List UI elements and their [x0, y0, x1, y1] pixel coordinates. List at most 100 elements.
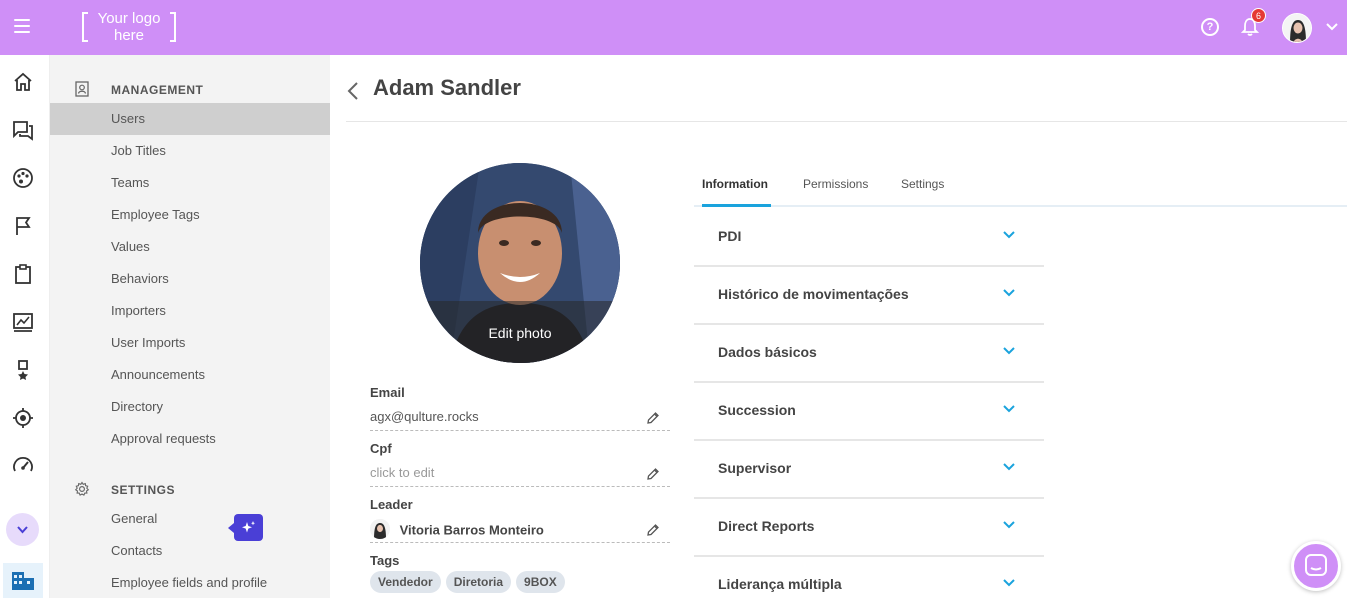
- section-dados-basicos[interactable]: Dados básicos: [694, 325, 1044, 383]
- chevron-down-icon[interactable]: [1325, 20, 1339, 34]
- profile-photo[interactable]: Edit photo: [420, 163, 620, 363]
- chevron-down-icon[interactable]: [1002, 344, 1016, 358]
- pencil-icon[interactable]: [646, 523, 660, 537]
- flag-icon[interactable]: [12, 215, 34, 237]
- leader-field: Leader Vitoria Barros Monteiro: [370, 497, 670, 543]
- chat-launcher-button[interactable]: [1291, 541, 1341, 591]
- logo-line-1: Your logo: [97, 10, 161, 27]
- logo[interactable]: Your logo here: [82, 10, 176, 46]
- section-direct-reports[interactable]: Direct Reports: [694, 499, 1044, 557]
- menu-icon[interactable]: [14, 19, 30, 33]
- top-bar: Your logo here ? 6: [0, 0, 1347, 55]
- management-label: MANAGEMENT: [111, 83, 204, 97]
- section-label: Supervisor: [718, 460, 792, 476]
- home-icon[interactable]: [12, 71, 34, 93]
- leader-avatar: [370, 519, 390, 539]
- sidebar-item-employee-tags[interactable]: Employee Tags: [50, 199, 330, 231]
- sidebar-item-importers[interactable]: Importers: [50, 295, 330, 327]
- tags-label: Tags: [370, 553, 400, 568]
- back-arrow-icon[interactable]: [346, 81, 360, 101]
- help-icon[interactable]: ?: [1201, 18, 1219, 36]
- chat-icon[interactable]: [12, 119, 34, 141]
- ai-assistant-button[interactable]: [228, 514, 263, 541]
- page-title: Adam Sandler: [373, 75, 521, 100]
- sidebar-item-general[interactable]: General: [50, 503, 330, 535]
- sidebar-item-announcements[interactable]: Announcements: [50, 359, 330, 391]
- section-supervisor[interactable]: Supervisor: [694, 441, 1044, 499]
- email-value[interactable]: agx@qulture.rocks: [370, 409, 670, 431]
- target-icon[interactable]: [12, 407, 34, 429]
- user-avatar[interactable]: [1282, 13, 1312, 43]
- sidebar-item-employee-fields[interactable]: Employee fields and profile: [50, 567, 330, 599]
- clipboard-icon[interactable]: [12, 263, 34, 285]
- email-field: Email agx@qulture.rocks: [370, 385, 670, 431]
- logo-line-2: here: [113, 27, 145, 44]
- speedometer-icon[interactable]: [12, 455, 34, 477]
- sidebar-item-job-titles[interactable]: Job Titles: [50, 135, 330, 167]
- edit-photo-label[interactable]: Edit photo: [420, 325, 620, 341]
- tag[interactable]: Diretoria: [445, 571, 512, 593]
- divider: [346, 121, 1347, 122]
- sidebar-item-contacts[interactable]: Contacts: [50, 535, 330, 567]
- sparkle-icon: [242, 521, 255, 533]
- settings-section: SETTINGS: [50, 479, 330, 503]
- section-label: Dados básicos: [718, 344, 817, 360]
- chevron-down-icon[interactable]: [1002, 402, 1016, 416]
- tag-list: Vendedor Diretoria 9BOX: [370, 571, 570, 593]
- cpf-value[interactable]: click to edit: [370, 465, 670, 487]
- section-label: Succession: [718, 402, 796, 418]
- profile-tabs: Information Permissions Settings: [694, 167, 1347, 207]
- more-icon[interactable]: [6, 513, 39, 546]
- email-label: Email: [370, 385, 405, 400]
- tab-information[interactable]: Information: [702, 177, 768, 191]
- cpf-label: Cpf: [370, 441, 392, 456]
- gear-icon: [74, 481, 90, 496]
- building-icon[interactable]: [3, 563, 43, 598]
- management-section: MANAGEMENT: [50, 79, 330, 103]
- chevron-down-icon[interactable]: [1002, 228, 1016, 242]
- sidebar-item-behaviors[interactable]: Behaviors: [50, 263, 330, 295]
- leader-name: Vitoria Barros Monteiro: [399, 522, 544, 538]
- tags-field: Tags Vendedor Diretoria 9BOX: [370, 553, 670, 593]
- cpf-field: Cpf click to edit: [370, 441, 670, 487]
- sidebar-item-values[interactable]: Values: [50, 231, 330, 263]
- main-content: Adam Sandler Edit photo Email agx@qultur…: [330, 55, 1347, 598]
- section-succession[interactable]: Succession: [694, 383, 1044, 441]
- chart-icon[interactable]: [12, 311, 34, 333]
- section-label: Direct Reports: [718, 518, 815, 534]
- sidebar-item-directory[interactable]: Directory: [50, 391, 330, 423]
- medal-icon[interactable]: [12, 359, 34, 381]
- section-label: Liderança múltipla: [718, 576, 842, 592]
- chevron-down-icon[interactable]: [1002, 460, 1016, 474]
- settings-label: SETTINGS: [111, 483, 176, 497]
- sidebar-item-teams[interactable]: Teams: [50, 167, 330, 199]
- cpf-placeholder: click to edit: [370, 465, 435, 480]
- sidebar-item-approval-requests[interactable]: Approval requests: [50, 423, 330, 455]
- pencil-icon[interactable]: [646, 467, 660, 481]
- id-card-icon: [75, 81, 89, 97]
- admin-sidebar: MANAGEMENT Users Job Titles Teams Employ…: [50, 55, 330, 598]
- active-tab-indicator: [702, 204, 771, 207]
- tab-permissions[interactable]: Permissions: [803, 177, 868, 191]
- pencil-icon[interactable]: [646, 411, 660, 425]
- notification-badge: 6: [1251, 8, 1266, 23]
- leader-value[interactable]: Vitoria Barros Monteiro: [370, 519, 670, 543]
- section-pdi[interactable]: PDI: [694, 209, 1044, 267]
- icon-rail: [0, 55, 50, 598]
- leader-label: Leader: [370, 497, 413, 512]
- section-label: PDI: [718, 228, 742, 244]
- sidebar-item-user-imports[interactable]: User Imports: [50, 327, 330, 359]
- palette-icon[interactable]: [12, 167, 34, 189]
- chat-bubble-icon: [1305, 554, 1327, 576]
- section-historico[interactable]: Histórico de movimentações: [694, 267, 1044, 325]
- sidebar-item-users[interactable]: Users: [50, 103, 330, 135]
- tag[interactable]: Vendedor: [370, 571, 441, 593]
- tag[interactable]: 9BOX: [516, 571, 565, 593]
- chevron-down-icon[interactable]: [1002, 518, 1016, 532]
- section-label: Histórico de movimentações: [718, 286, 909, 302]
- tab-settings[interactable]: Settings: [901, 177, 944, 191]
- section-lideranca-multipla[interactable]: Liderança múltipla: [694, 557, 1044, 615]
- email-text: agx@qulture.rocks: [370, 409, 479, 424]
- chevron-down-icon[interactable]: [1002, 576, 1016, 590]
- chevron-down-icon[interactable]: [1002, 286, 1016, 300]
